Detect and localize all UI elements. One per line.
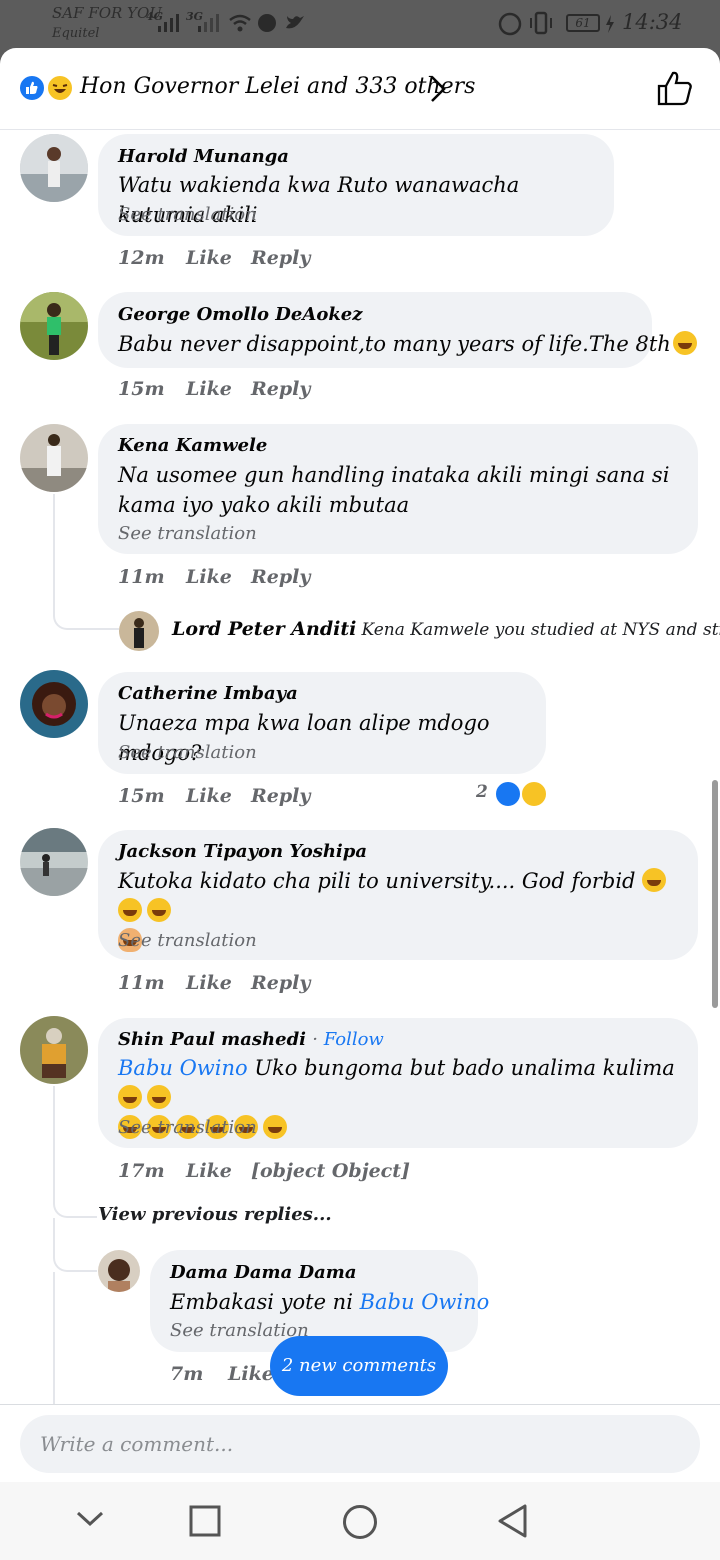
wifi-icon <box>229 14 251 32</box>
reactions-summary[interactable]: Hon Governor Lelei and 333 others <box>80 74 475 99</box>
comments-sheet: Hon Governor Lelei and 333 others Harold… <box>0 48 720 1482</box>
like-button[interactable]: Like <box>186 1160 232 1182</box>
like-button[interactable]: Like <box>186 785 232 807</box>
reply-button[interactable]: Reply <box>251 378 310 400</box>
see-translation-link[interactable]: See translation <box>118 523 257 544</box>
signal-icon <box>158 14 179 32</box>
like-button[interactable]: Like <box>186 378 232 400</box>
like-icon <box>18 74 46 102</box>
rolling-laughing-emoji-icon <box>118 1085 142 1109</box>
see-translation-link[interactable]: See translation <box>118 1117 257 1138</box>
reply-button[interactable]: Reply <box>251 247 310 269</box>
reply-button[interactable]: [object Object] <box>251 1160 410 1182</box>
comment-composer <box>0 1404 720 1482</box>
clock: 14:34 <box>622 10 683 34</box>
follow-button[interactable]: Follow <box>324 1029 384 1050</box>
hand-over-mouth-emoji-icon <box>672 331 697 355</box>
comment-author-row: Shin Paul mashedi · Follow <box>118 1029 384 1050</box>
comment-text-content: Kutoka kidato cha pili to university....… <box>118 869 636 893</box>
whatsapp-icon <box>258 14 276 32</box>
charging-icon <box>606 15 614 33</box>
comment-time: 11m <box>118 566 165 588</box>
chevron-right-icon[interactable] <box>428 74 448 104</box>
see-translation-link[interactable]: See translation <box>118 930 257 951</box>
twitter-icon <box>286 16 304 29</box>
like-outline-icon[interactable] <box>656 70 694 108</box>
reactions-header[interactable]: Hon Governor Lelei and 333 others <box>0 48 720 130</box>
reply-button[interactable]: Reply <box>251 972 310 994</box>
like-icon <box>494 780 522 808</box>
new-comments-button[interactable]: 2 new comments <box>270 1336 448 1396</box>
circle-icon[interactable] <box>341 1503 379 1541</box>
rolling-laughing-emoji-icon <box>147 1085 171 1109</box>
comment-text-content: Uko bungoma but bado unalima kulima <box>247 1056 675 1080</box>
like-button[interactable]: Like <box>228 1363 274 1385</box>
signal-icon-2 <box>198 14 219 32</box>
data-saver-icon <box>498 12 522 36</box>
mention-link[interactable]: Babu Owino <box>118 1056 248 1080</box>
reply-button[interactable]: Reply <box>251 566 310 588</box>
avatar[interactable] <box>20 424 88 492</box>
reply-thread-line <box>53 1086 97 1218</box>
comment-time: 15m <box>118 378 165 400</box>
avatar[interactable] <box>20 670 88 738</box>
see-translation-link[interactable]: See translation <box>118 204 257 225</box>
chevron-down-icon[interactable] <box>74 1508 106 1530</box>
rolling-laughing-emoji-icon <box>642 868 667 892</box>
system-nav-bar <box>0 1482 720 1560</box>
rolling-laughing-emoji-icon <box>263 1115 287 1139</box>
avatar[interactable] <box>20 292 88 360</box>
comment-time: 17m <box>118 1160 165 1182</box>
comment-author[interactable]: Catherine Imbaya <box>118 683 298 704</box>
comment-author[interactable]: Kena Kamwele <box>118 435 267 456</box>
reply-text: Kena Kamwele you studied at NYS and stil… <box>361 620 720 640</box>
comment-time: 11m <box>118 972 165 994</box>
reply-author[interactable]: Lord Peter Anditi <box>172 618 356 640</box>
comment-author[interactable]: Jackson Tipayon Yoshipa <box>118 841 367 862</box>
reply-text: Embakasi yote ni Babu Owino <box>170 1287 489 1317</box>
like-button[interactable]: Like <box>186 247 232 269</box>
back-triangle-icon[interactable] <box>496 1502 530 1540</box>
battery-indicator: 61 <box>566 14 600 32</box>
comment-text-content: Babu never disappoint,to many years of l… <box>118 332 671 356</box>
comment-author[interactable]: Harold Munanga <box>118 146 289 167</box>
like-button[interactable]: Like <box>186 566 232 588</box>
comment-author[interactable]: Shin Paul mashedi <box>118 1029 306 1050</box>
reply-preview[interactable]: Lord Peter Anditi Kena Kamwele you studi… <box>172 618 720 640</box>
reaction-count: 2 <box>476 782 488 802</box>
view-previous-replies[interactable]: View previous replies... <box>98 1204 332 1225</box>
scrollbar[interactable] <box>712 780 718 1008</box>
comment-text: Na usomee gun handling inataka akili min… <box>118 463 670 517</box>
comment-time: 15m <box>118 785 165 807</box>
mention-link[interactable]: Babu Owino <box>360 1290 490 1314</box>
avatar[interactable] <box>20 1016 88 1084</box>
avatar[interactable] <box>20 134 88 202</box>
status-bar: SAF FOR YOU Equitel 4G 3G 61 14:34 <box>0 0 720 48</box>
see-translation-link[interactable]: See translation <box>118 742 257 763</box>
avatar[interactable] <box>20 828 88 896</box>
carrier-secondary: Equitel <box>52 26 100 41</box>
reply-time: 7m <box>170 1363 204 1385</box>
reply-text-content: Embakasi yote ni <box>170 1290 360 1314</box>
like-button[interactable]: Like <box>186 972 232 994</box>
reply-thread-line <box>53 1272 55 1404</box>
haha-icon <box>46 74 74 102</box>
avatar[interactable] <box>98 1250 140 1292</box>
comment-text: Babu never disappoint,to many years of l… <box>118 329 697 359</box>
rolling-laughing-emoji-icon <box>118 898 142 922</box>
vibrate-icon <box>530 11 552 35</box>
haha-icon <box>520 780 548 808</box>
square-icon[interactable] <box>188 1504 222 1538</box>
comment-input[interactable] <box>20 1415 700 1473</box>
comment-time: 12m <box>118 247 165 269</box>
avatar[interactable] <box>119 611 159 651</box>
reply-button[interactable]: Reply <box>251 785 310 807</box>
rolling-laughing-emoji-icon <box>147 898 171 922</box>
reply-thread-line <box>53 1218 97 1272</box>
reply-author[interactable]: Dama Dama Dama <box>170 1262 356 1283</box>
comment-reactions[interactable]: 2 <box>476 780 548 810</box>
comment-author[interactable]: George Omollo DeAokez <box>118 304 362 325</box>
